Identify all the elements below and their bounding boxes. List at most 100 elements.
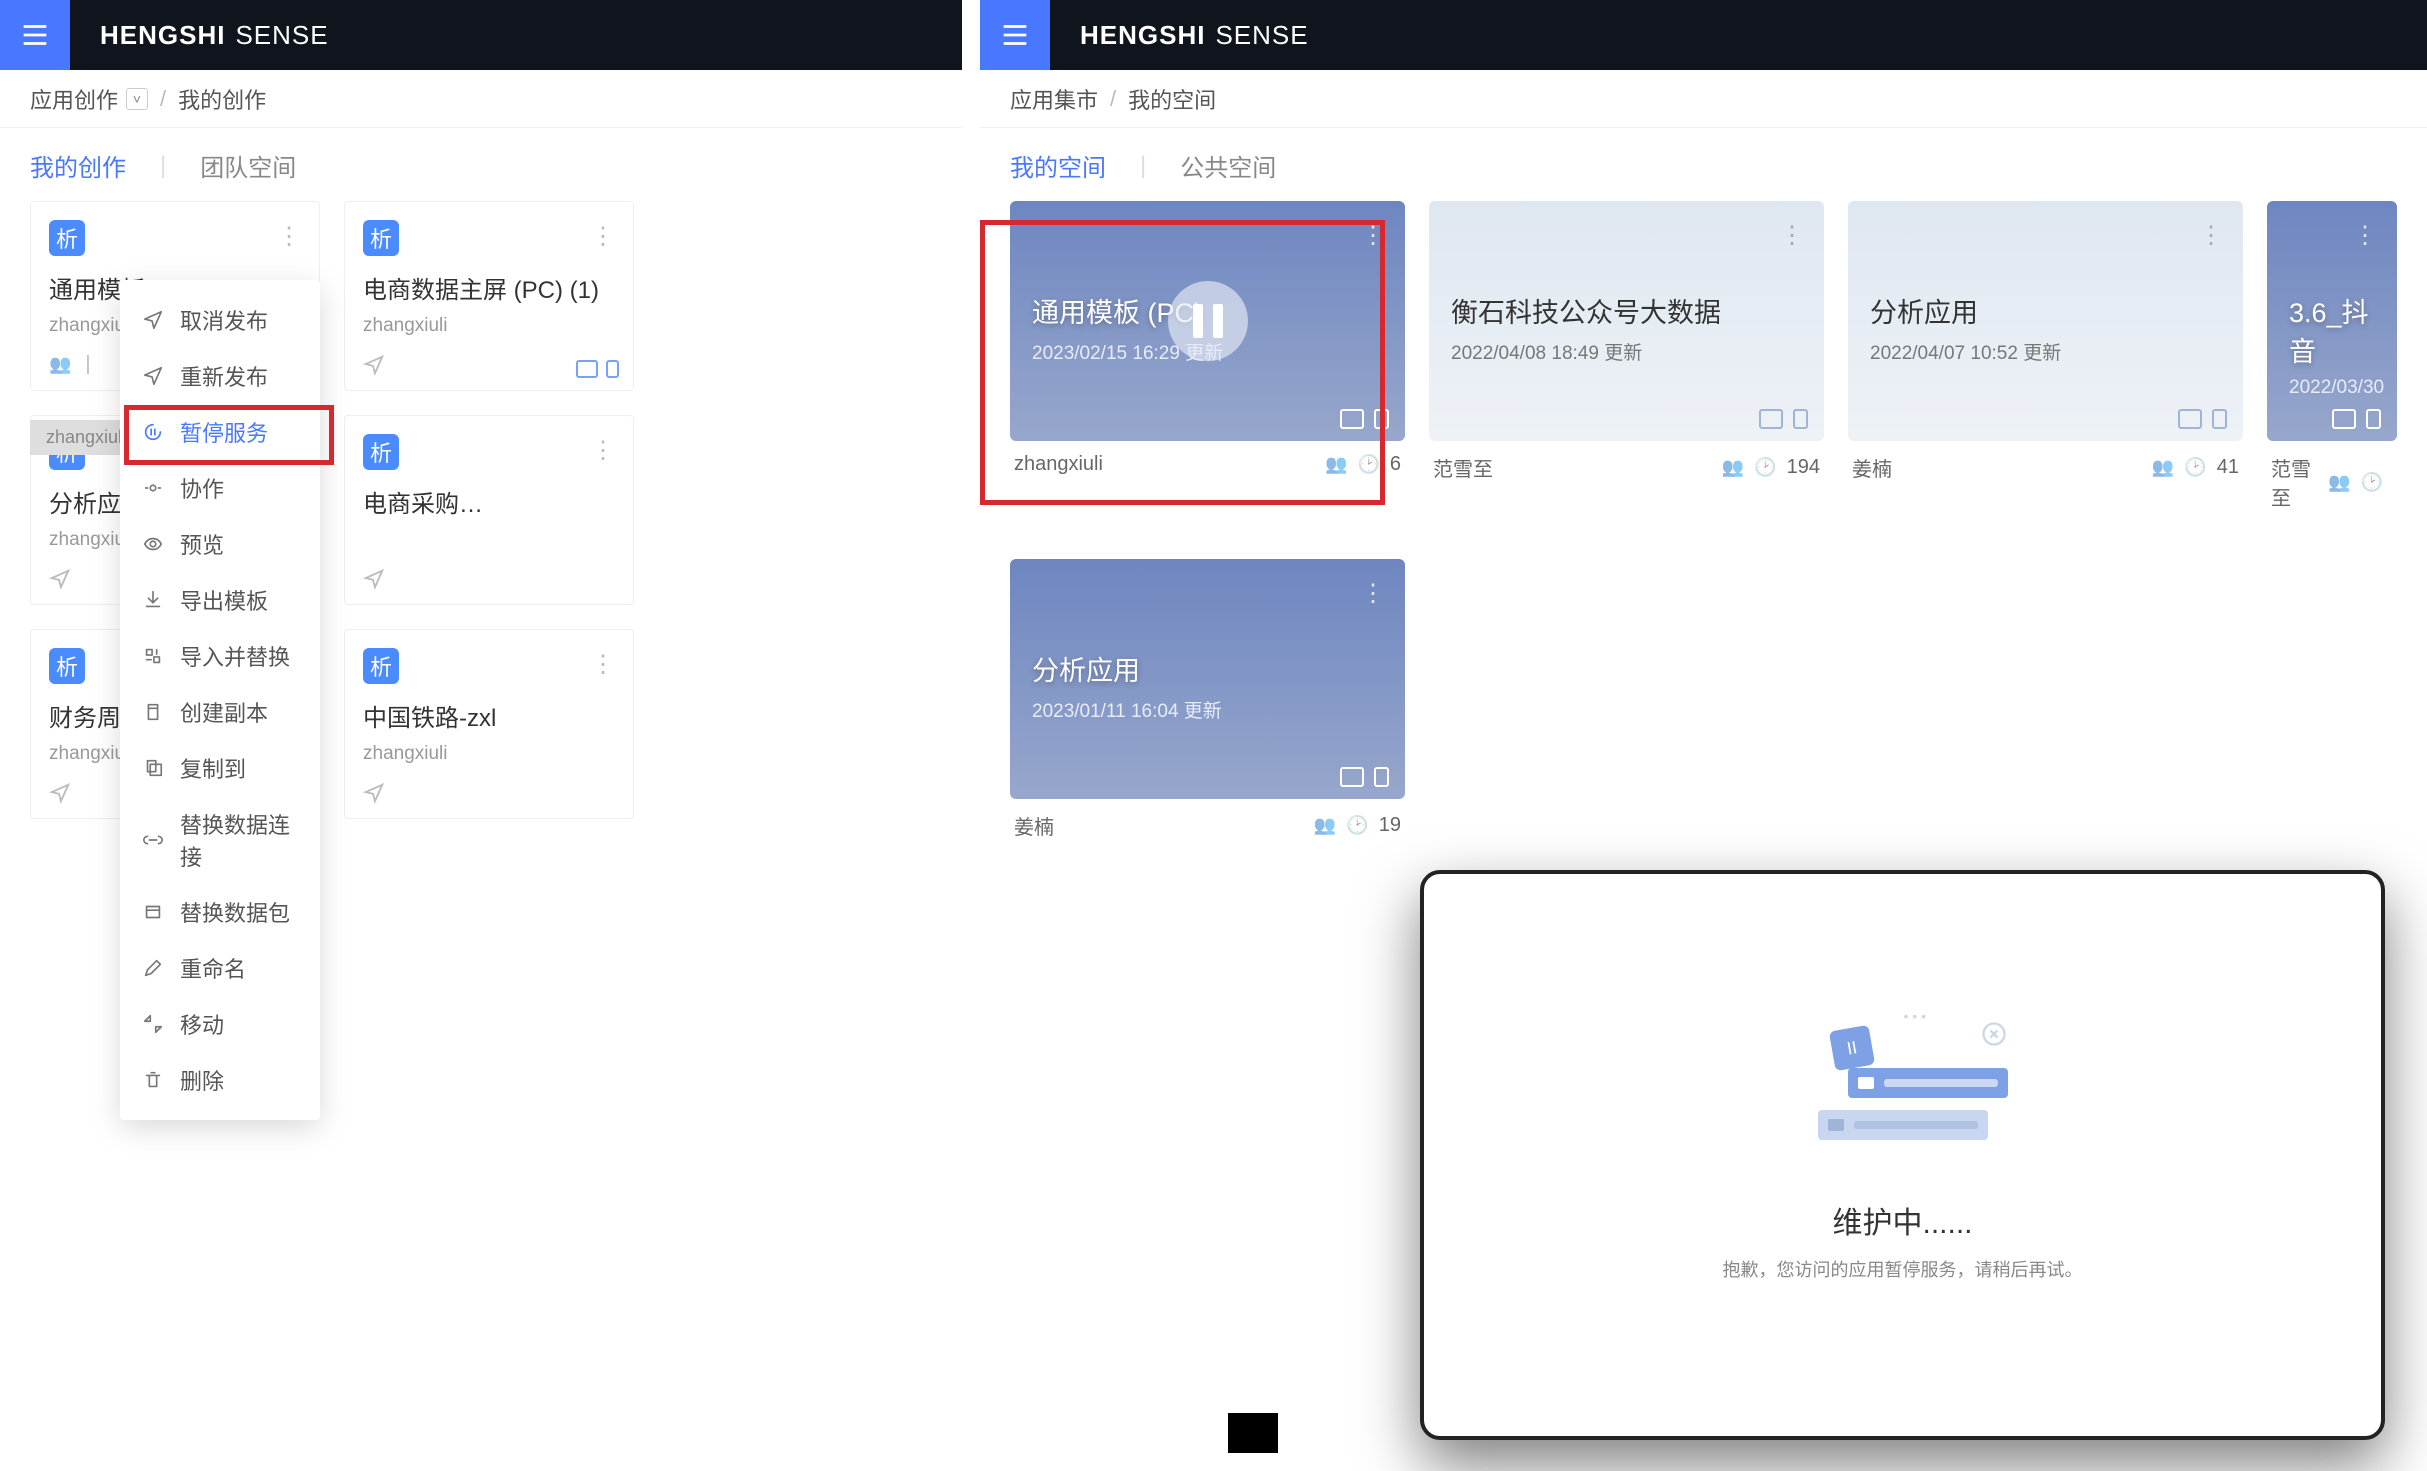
card-title: 分析应用: [1870, 291, 2221, 330]
app-card[interactable]: 析 ⋮ 电商采购…: [344, 415, 634, 605]
card-badge-icon: 析: [363, 220, 399, 256]
card-menu-button[interactable]: ⋮: [1361, 221, 1385, 250]
send-icon: [49, 568, 71, 590]
brand-logo: HENGSHI SENSE: [100, 20, 329, 51]
card-update-time: 2023/01/11 16:04 更新: [1032, 696, 1383, 723]
people-icon: [1325, 453, 1347, 476]
menu-item-icon: [142, 477, 164, 499]
clock-icon: [1754, 456, 1776, 479]
topbar: HENGSHI SENSE: [980, 0, 2427, 70]
card-title: 电商数据主屏 (PC) (1): [363, 270, 615, 305]
mobile-icon: [1374, 767, 1389, 787]
desktop-icon: [1340, 409, 1364, 429]
card-menu-button[interactable]: ⋮: [2353, 221, 2377, 250]
device-icons: [1340, 409, 1389, 429]
card-badge-icon: 析: [363, 434, 399, 470]
breadcrumb-root[interactable]: 应用集市: [1010, 83, 1098, 115]
card-title: 中国铁路-zxl: [363, 698, 615, 733]
menu-item-icon: [142, 1013, 164, 1035]
card-update-time: 2022/04/07 10:52 更新: [1870, 338, 2221, 365]
card-context-menu: 取消发布重新发布暂停服务协作预览导出模板导入并替换创建副本复制到替换数据连接替换…: [120, 280, 320, 1120]
maintenance-modal: • • • II 维护中...... 抱歉，您访问的应用暂停服务，请稍后再试。: [1420, 870, 2385, 1440]
card-menu-button[interactable]: ⋮: [591, 222, 615, 251]
menu-item-icon: [142, 533, 164, 555]
menu-item-3[interactable]: 协作: [120, 460, 320, 516]
menu-item-7[interactable]: 创建副本: [120, 684, 320, 740]
send-icon: [49, 782, 71, 804]
breadcrumb-current: 我的空间: [1128, 83, 1216, 115]
app-card[interactable]: 析 ⋮ 电商数据主屏 (PC) (1) zhangxiuli: [344, 201, 634, 391]
desktop-icon: [1340, 767, 1364, 787]
card-footer: 姜楠 19: [1010, 799, 1405, 840]
clock-icon: [1357, 453, 1379, 476]
menu-hamburger-button[interactable]: [980, 0, 1050, 70]
card-author: zhangxiuli: [363, 315, 615, 337]
market-card[interactable]: ⋮ 分析应用 2022/04/07 10:52 更新 姜楠 41: [1848, 201, 2243, 511]
card-menu-button[interactable]: ⋮: [1780, 221, 1804, 250]
menu-item-label: 移动: [180, 1008, 224, 1040]
card-badge-icon: 析: [49, 648, 85, 684]
tab-my-creation[interactable]: 我的创作: [30, 148, 126, 183]
desktop-icon: [2332, 409, 2356, 429]
card-footer: 姜楠 41: [1848, 441, 2243, 482]
menu-item-icon: [142, 901, 164, 923]
menu-item-label: 替换数据包: [180, 896, 290, 928]
app-card[interactable]: 析 ⋮ 中国铁路-zxl zhangxiuli: [344, 629, 634, 819]
card-badge-icon: 析: [363, 648, 399, 684]
card-menu-button[interactable]: ⋮: [591, 436, 615, 465]
card-thumbnail: ⋮ 通用模板 (PC) 2023/02/15 16:29 更新: [1010, 201, 1405, 441]
card-thumbnail: ⋮ 衡石科技公众号大数据 2022/04/08 18:49 更新: [1429, 201, 1824, 441]
card-menu-button[interactable]: ⋮: [277, 222, 301, 251]
menu-item-icon: [142, 365, 164, 387]
send-icon: [363, 782, 385, 804]
menu-hamburger-button[interactable]: [0, 0, 70, 70]
card-menu-button[interactable]: ⋮: [2199, 221, 2223, 250]
tab-public-space[interactable]: 公共空间: [1180, 148, 1276, 183]
card-menu-button[interactable]: ⋮: [1361, 579, 1385, 608]
menu-item-icon: [142, 829, 164, 851]
menu-item-icon: [142, 589, 164, 611]
tab-team-space[interactable]: 团队空间: [200, 148, 296, 183]
menu-item-12[interactable]: 移动: [120, 996, 320, 1052]
people-icon: [2328, 471, 2350, 494]
card-title: 电商采购…: [363, 484, 615, 519]
menu-item-5[interactable]: 导出模板: [120, 572, 320, 628]
tab-my-space[interactable]: 我的空间: [1010, 148, 1106, 183]
breadcrumb: 应用创作 ˅ / 我的创作: [0, 70, 962, 128]
breadcrumb: 应用集市 / 我的空间: [980, 70, 2427, 128]
card-author: zhangxiuli: [363, 743, 615, 765]
menu-item-1[interactable]: 重新发布: [120, 348, 320, 404]
menu-item-0[interactable]: 取消发布: [120, 292, 320, 348]
clock-icon: [2184, 456, 2206, 479]
menu-item-icon: [142, 1069, 164, 1091]
mobile-icon: [1793, 409, 1808, 429]
menu-item-4[interactable]: 预览: [120, 516, 320, 572]
breadcrumb-dropdown-icon[interactable]: ˅: [126, 88, 148, 110]
menu-item-9[interactable]: 替换数据连接: [120, 796, 320, 884]
people-icon: [1722, 456, 1744, 479]
card-badge-icon: 析: [49, 220, 85, 256]
menu-item-6[interactable]: 导入并替换: [120, 628, 320, 684]
market-card[interactable]: ⋮ 衡石科技公众号大数据 2022/04/08 18:49 更新 范雪至 194: [1429, 201, 1824, 511]
market-card[interactable]: ⋮ 分析应用 2023/01/11 16:04 更新 姜楠 19: [1010, 559, 1405, 840]
device-icons: [1340, 767, 1389, 787]
market-card[interactable]: ⋮ 3.6_抖音 2022/03/30 范雪至: [2267, 201, 2397, 511]
breadcrumb-root[interactable]: 应用创作: [30, 83, 118, 115]
space-tabs: 我的空间 | 公共空间: [980, 128, 2427, 191]
menu-item-label: 取消发布: [180, 304, 268, 336]
menu-item-11[interactable]: 重命名: [120, 940, 320, 996]
menu-item-10[interactable]: 替换数据包: [120, 884, 320, 940]
card-thumbnail: ⋮ 3.6_抖音 2022/03/30: [2267, 201, 2397, 441]
market-card[interactable]: ⋮ 通用模板 (PC) 2023/02/15 16:29 更新 zhangxiu…: [1010, 201, 1405, 511]
pause-overlay-icon: [1168, 281, 1248, 361]
maintenance-title: 维护中......: [1832, 1198, 1972, 1242]
card-author: 姜楠: [1852, 453, 1892, 482]
menu-item-13[interactable]: 删除: [120, 1052, 320, 1108]
menu-item-8[interactable]: 复制到: [120, 740, 320, 796]
card-author: 范雪至: [1433, 453, 1493, 482]
card-update-time: 2022/04/08 18:49 更新: [1451, 338, 1802, 365]
menu-item-2[interactable]: 暂停服务: [120, 404, 320, 460]
people-icon: [49, 353, 71, 376]
card-menu-button[interactable]: ⋮: [591, 650, 615, 679]
topbar: HENGSHI SENSE: [0, 0, 962, 70]
